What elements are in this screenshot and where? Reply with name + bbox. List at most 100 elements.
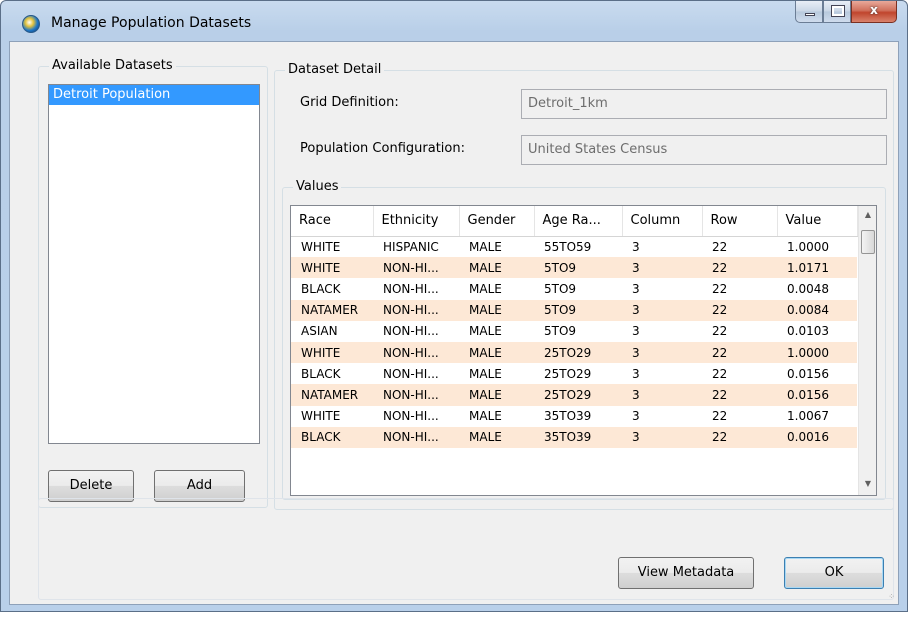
dialog-client-area: Available Datasets Detroit Population De… (9, 41, 899, 605)
cell-age-range: 5TO9 (544, 281, 577, 296)
column-header-age-range[interactable]: Age Ra... (534, 206, 623, 237)
cell-race: WHITE (291, 341, 373, 364)
cell-gender: MALE (469, 366, 502, 381)
column-header-race[interactable]: Race (291, 206, 374, 237)
cell-column: 3 (632, 409, 640, 424)
close-icon: x (870, 3, 878, 17)
cell-row: 22 (702, 341, 777, 364)
cell-column: 3 (632, 324, 640, 339)
cell-gender: MALE (459, 299, 534, 321)
cell-column: 3 (622, 299, 702, 321)
ok-button[interactable]: OK (784, 557, 884, 589)
cell-gender: MALE (459, 257, 534, 279)
minimize-button[interactable] (795, 1, 823, 23)
cell-gender: MALE (469, 324, 502, 339)
dataset-detail-title: Dataset Detail (285, 62, 385, 77)
table-row[interactable]: NATAMER NON-HI... MALE 25TO29 3 22 0.015… (291, 384, 857, 406)
cell-gender: MALE (469, 409, 502, 424)
cell-age-range: 5TO9 (544, 324, 577, 339)
column-header-row[interactable]: Row (702, 206, 778, 237)
cell-value: 0.0016 (777, 426, 857, 448)
cell-ethnicity: NON-HI... (373, 426, 459, 448)
caption-buttons: x (795, 1, 897, 23)
dialog-window: Manage Population Datasets x Available D… (0, 0, 908, 612)
column-header-ethnicity[interactable]: Ethnicity (373, 206, 460, 237)
maximize-button[interactable] (823, 1, 851, 23)
cell-value: 0.0156 (787, 366, 829, 381)
values-vertical-scrollbar[interactable]: ▲ ▼ (858, 206, 876, 495)
cell-ethnicity: NON-HI... (373, 299, 459, 321)
table-row[interactable]: WHITE HISPANIC MALE 55TO59 3 22 1.0000 (291, 236, 857, 257)
cell-age-range: 55TO59 (544, 239, 592, 254)
column-header-gender[interactable]: Gender (459, 206, 535, 237)
datasets-listbox[interactable]: Detroit Population (48, 84, 260, 444)
cell-value: 0.0103 (787, 324, 829, 339)
cell-gender: MALE (469, 281, 502, 296)
population-configuration-label: Population Configuration: (300, 141, 465, 156)
cell-value: 1.0171 (777, 257, 857, 279)
footer-panel (38, 498, 894, 600)
values-header-row: Race Ethnicity Gender Age Ra... Column R… (291, 206, 858, 237)
cell-ethnicity: NON-HI... (373, 384, 459, 406)
cell-ethnicity: NON-HI... (373, 341, 459, 364)
cell-age-range: 5TO9 (534, 299, 622, 321)
cell-column: 3 (622, 341, 702, 364)
cell-value: 1.0067 (787, 409, 829, 424)
cell-race: WHITE (301, 239, 341, 254)
grid-definition-field[interactable]: Detroit_1km (521, 89, 887, 119)
title-bar[interactable]: Manage Population Datasets x (1, 1, 907, 41)
cell-age-range: 35TO39 (544, 409, 592, 424)
cell-race: NATAMER (291, 384, 373, 406)
cell-race: BLACK (291, 426, 373, 448)
population-configuration-field[interactable]: United States Census (521, 135, 887, 165)
resize-grip-icon[interactable]: ⁘ (888, 592, 895, 601)
table-row[interactable]: WHITE NON-HI... MALE 25TO29 3 22 1.0000 (291, 341, 857, 364)
values-grid[interactable]: Race Ethnicity Gender Age Ra... Column R… (290, 205, 877, 496)
cell-race: ASIAN (301, 324, 338, 339)
cell-gender: MALE (469, 239, 502, 254)
column-header-column[interactable]: Column (622, 206, 703, 237)
scroll-up-icon[interactable]: ▲ (859, 210, 876, 226)
table-row[interactable]: NATAMER NON-HI... MALE 5TO9 3 22 0.0084 (291, 299, 857, 321)
scroll-thumb[interactable] (861, 230, 875, 254)
table-row[interactable]: BLACK NON-HI... MALE 5TO9 3 22 0.0048 (291, 278, 857, 299)
scroll-down-icon[interactable]: ▼ (859, 479, 876, 495)
cell-age-range: 35TO39 (534, 426, 622, 448)
cell-race: BLACK (301, 366, 341, 381)
cell-age-range: 25TO29 (534, 384, 622, 406)
values-table: Race Ethnicity Gender Age Ra... Column R… (291, 206, 858, 448)
cell-race: WHITE (291, 257, 373, 279)
cell-age-range: 25TO29 (544, 366, 592, 381)
cell-age-range: 5TO9 (534, 257, 622, 279)
minimize-icon (805, 13, 815, 16)
cell-ethnicity: NON-HI... (383, 281, 439, 296)
cell-column: 3 (622, 426, 702, 448)
cell-ethnicity: NON-HI... (383, 366, 439, 381)
cell-age-range: 25TO29 (534, 341, 622, 364)
cell-row: 22 (712, 239, 728, 254)
cell-row: 22 (712, 281, 728, 296)
cell-value: 0.0084 (777, 299, 857, 321)
cell-row: 22 (712, 409, 728, 424)
cell-column: 3 (632, 239, 640, 254)
dataset-item-detroit-population[interactable]: Detroit Population (49, 85, 259, 105)
cell-column: 3 (622, 257, 702, 279)
table-row[interactable]: BLACK NON-HI... MALE 25TO29 3 22 0.0156 (291, 363, 857, 384)
table-row[interactable]: WHITE NON-HI... MALE 5TO9 3 22 1.0171 (291, 257, 857, 279)
column-header-value[interactable]: Value (777, 206, 858, 237)
cell-value: 1.0000 (787, 239, 829, 254)
cell-row: 22 (712, 366, 728, 381)
cell-value: 0.0048 (787, 281, 829, 296)
cell-gender: MALE (459, 341, 534, 364)
table-row[interactable]: WHITE NON-HI... MALE 35TO39 3 22 1.0067 (291, 406, 857, 427)
cell-ethnicity: HISPANIC (383, 239, 439, 254)
cell-gender: MALE (459, 384, 534, 406)
cell-row: 22 (702, 426, 777, 448)
cell-ethnicity: NON-HI... (373, 257, 459, 279)
table-row[interactable]: ASIAN NON-HI... MALE 5TO9 3 22 0.0103 (291, 321, 857, 342)
close-button[interactable]: x (851, 1, 897, 23)
cell-row: 22 (702, 257, 777, 279)
globe-app-icon (22, 15, 40, 33)
view-metadata-button[interactable]: View Metadata (618, 557, 754, 589)
table-row[interactable]: BLACK NON-HI... MALE 35TO39 3 22 0.0016 (291, 426, 857, 448)
